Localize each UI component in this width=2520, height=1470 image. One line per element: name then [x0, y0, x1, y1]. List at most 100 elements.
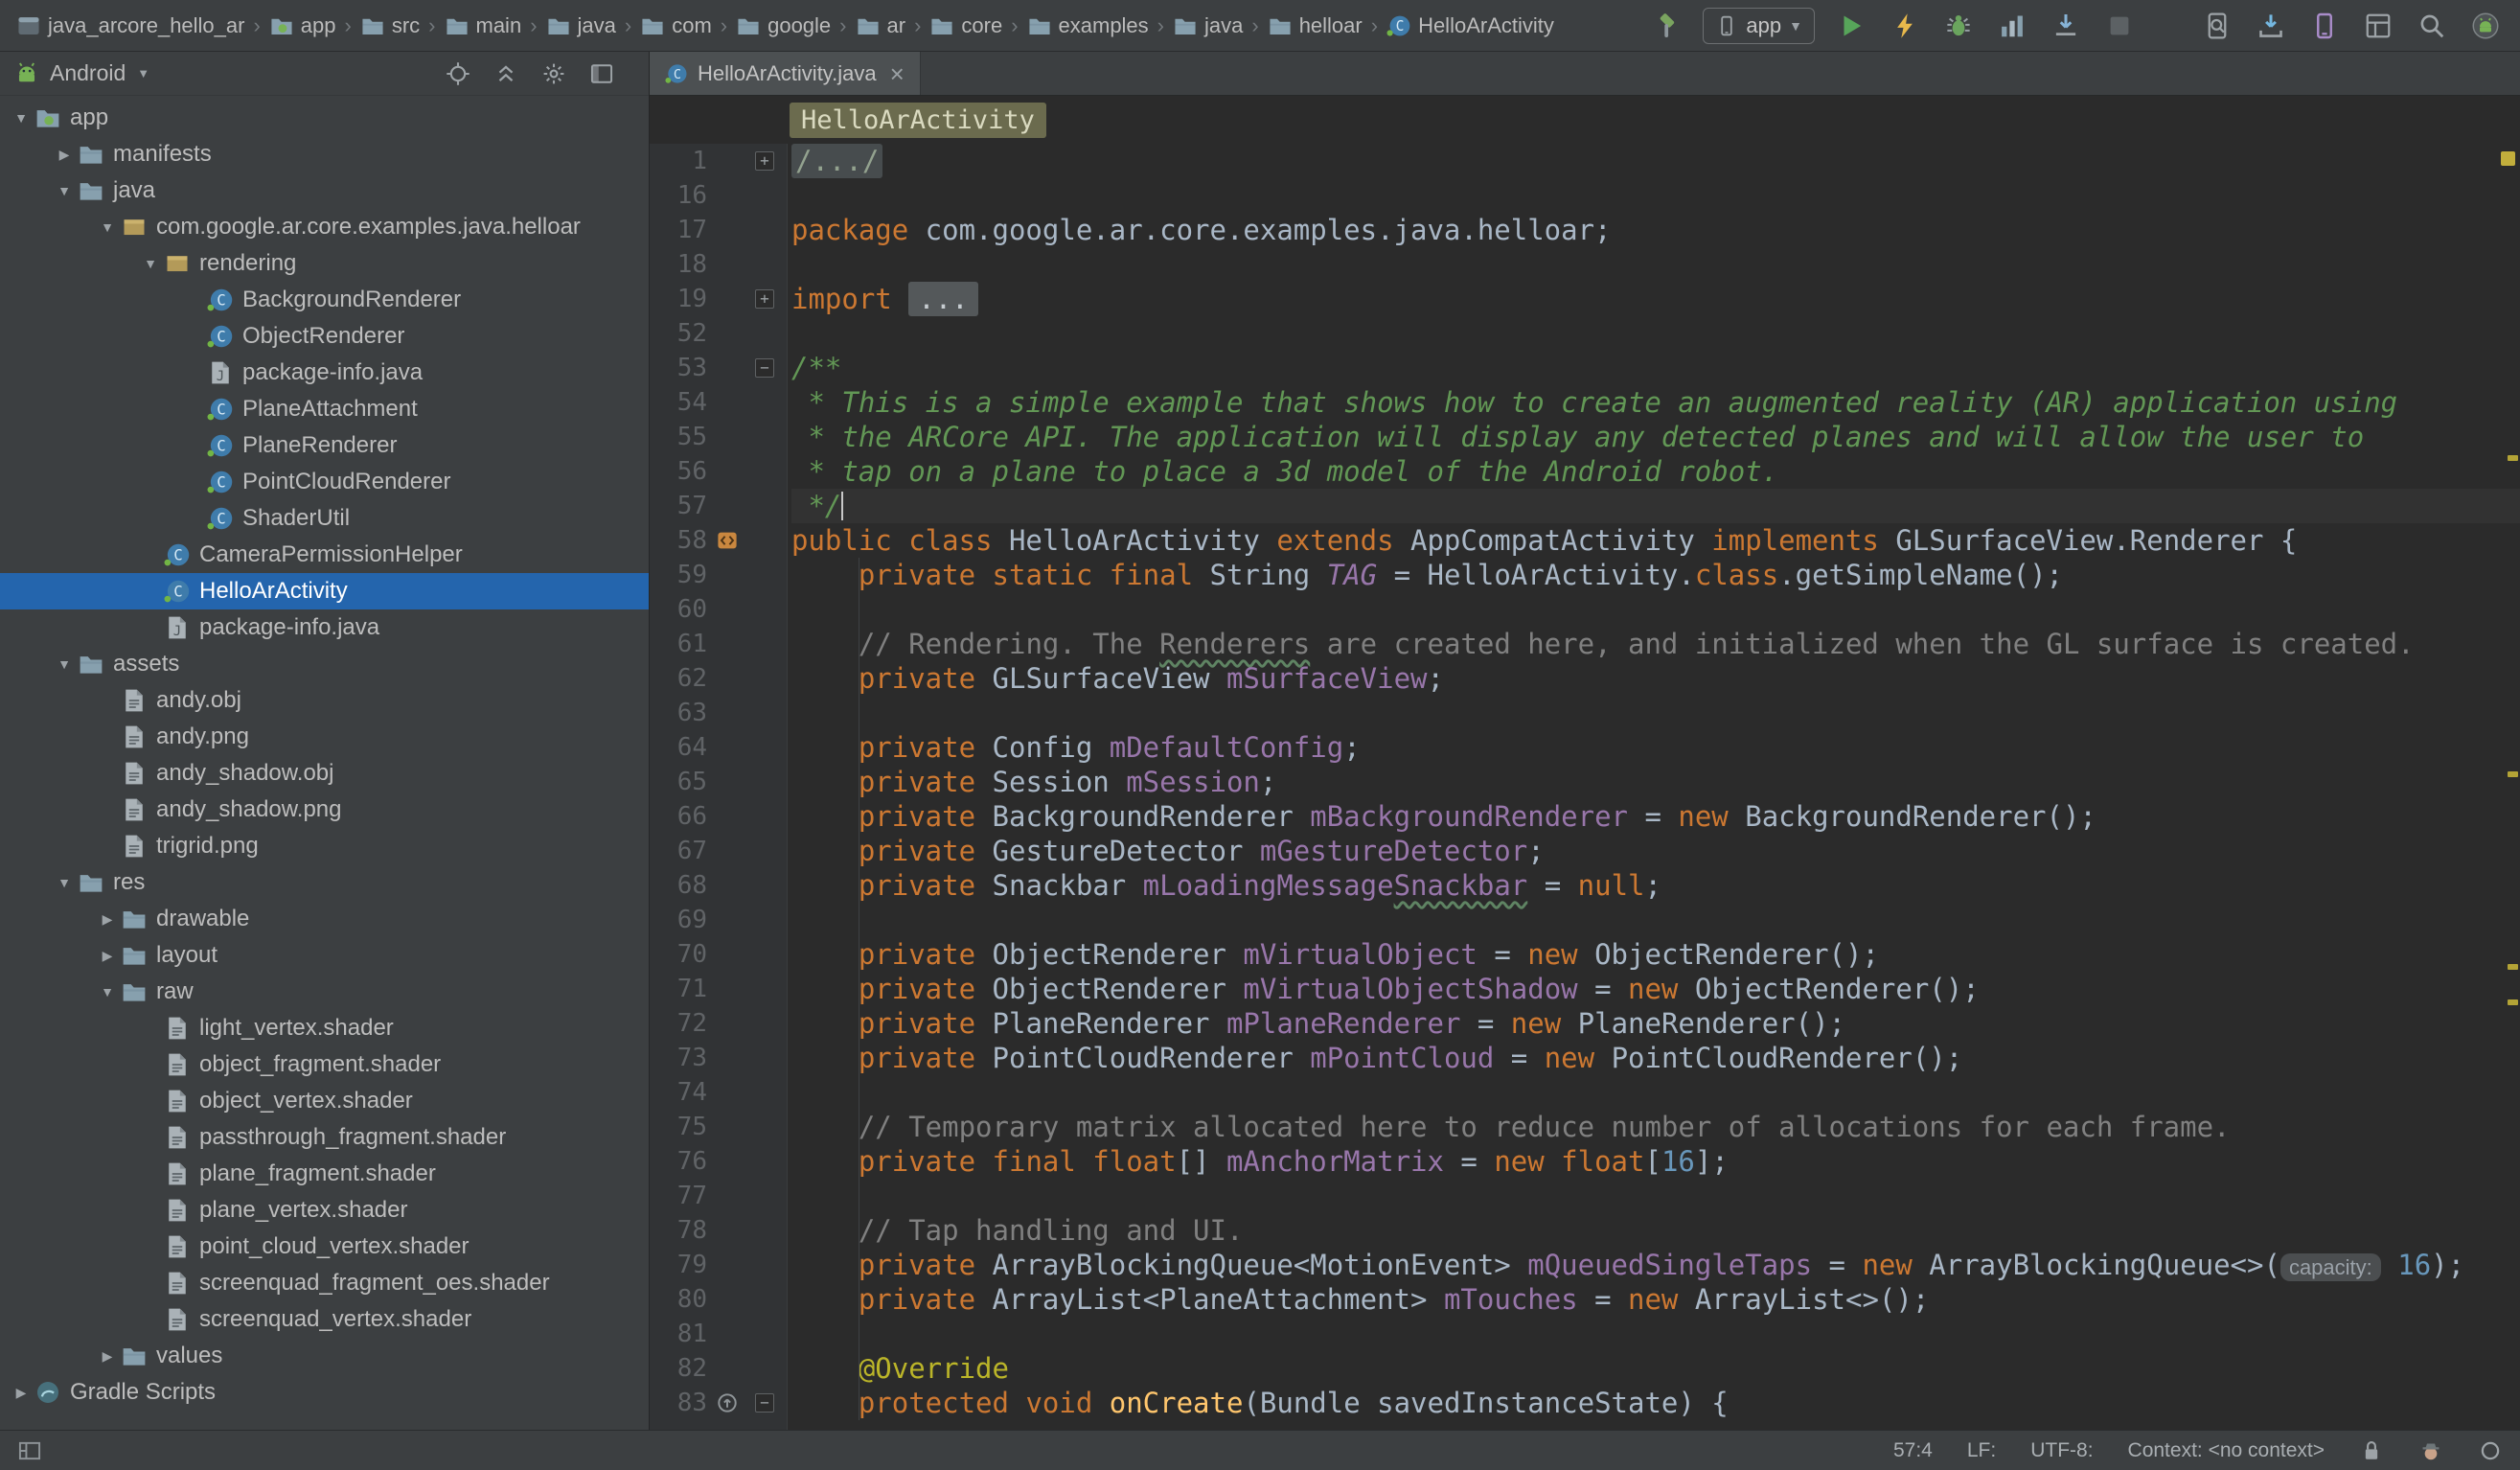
tree-item[interactable]: ▼com.google.ar.core.examples.java.helloa…	[0, 209, 649, 245]
gutter-line[interactable]: 16	[650, 178, 787, 213]
encoding-widget[interactable]: UTF-8:	[2030, 1439, 2093, 1462]
tree-item[interactable]: passthrough_fragment.shader	[0, 1119, 649, 1156]
code-line[interactable]: // Rendering. The Renderers are created …	[791, 627, 2520, 661]
code-line[interactable]	[791, 1179, 2520, 1213]
chevron-right-icon[interactable]: ▶	[96, 911, 119, 928]
gutter-line[interactable]: 77	[650, 1179, 787, 1213]
breadcrumb-item[interactable]: examples	[1024, 13, 1152, 38]
line-number[interactable]: 56	[657, 457, 707, 486]
gutter-line[interactable]: 19+	[650, 282, 787, 316]
line-number[interactable]: 64	[657, 733, 707, 762]
chevron-right-icon[interactable]: ▶	[53, 147, 76, 163]
code-line[interactable]: private GestureDetector mGestureDetector…	[791, 834, 2520, 868]
chevron-down-icon[interactable]: ▼	[53, 656, 76, 672]
build-hammer-button[interactable]	[1649, 9, 1684, 43]
tree-item[interactable]: CShaderUtil	[0, 500, 649, 537]
line-number[interactable]: 69	[657, 906, 707, 934]
warning-stripe-mark[interactable]	[2508, 455, 2518, 461]
breadcrumb-item[interactable]: com	[637, 13, 715, 38]
code-line[interactable]: private Config mDefaultConfig;	[791, 730, 2520, 765]
fold-plus-icon[interactable]: +	[755, 151, 774, 171]
tree-item[interactable]: screenquad_fragment_oes.shader	[0, 1265, 649, 1301]
line-number[interactable]: 54	[657, 388, 707, 417]
breadcrumb-item[interactable]: java	[1170, 13, 1246, 38]
line-separator-widget[interactable]: LF:	[1967, 1439, 1996, 1462]
line-number[interactable]: 18	[657, 250, 707, 279]
breadcrumb-item[interactable]: src	[357, 13, 423, 38]
tree-item[interactable]: ▶drawable	[0, 901, 649, 937]
background-tasks-icon[interactable]	[2478, 1438, 2503, 1463]
chevron-right-icon[interactable]: ▶	[96, 1348, 119, 1365]
inspections-profile-icon[interactable]	[2418, 1438, 2443, 1463]
line-number[interactable]: 52	[657, 319, 707, 348]
tree-item[interactable]: CCameraPermissionHelper	[0, 537, 649, 573]
tree-item[interactable]: Jpackage-info.java	[0, 609, 649, 646]
tree-item[interactable]: andy.png	[0, 719, 649, 755]
apply-changes-button[interactable]	[1888, 9, 1922, 43]
breadcrumb-item[interactable]: app	[266, 13, 339, 38]
line-number[interactable]: 76	[657, 1147, 707, 1176]
code-line[interactable]: // Temporary matrix allocated here to re…	[791, 1110, 2520, 1144]
line-number[interactable]: 78	[657, 1216, 707, 1245]
code-line[interactable]: /**	[791, 351, 2520, 385]
gutter-line[interactable]: 75	[650, 1110, 787, 1144]
fold-minus-icon[interactable]: −	[755, 358, 774, 378]
line-number[interactable]: 19	[657, 285, 707, 313]
code-line[interactable]: private BackgroundRenderer mBackgroundRe…	[791, 799, 2520, 834]
code-line[interactable]: protected void onCreate(Bundle savedInst…	[791, 1386, 2520, 1420]
line-number[interactable]: 77	[657, 1182, 707, 1210]
tree-item[interactable]: ▼assets	[0, 646, 649, 682]
code-line[interactable]: @Override	[791, 1351, 2520, 1386]
code-line[interactable]: private PlaneRenderer mPlaneRenderer = n…	[791, 1006, 2520, 1041]
code-line[interactable]	[791, 903, 2520, 937]
gutter-line[interactable]: 70	[650, 937, 787, 972]
line-number[interactable]: 75	[657, 1113, 707, 1141]
device-monitor-button[interactable]	[2200, 9, 2234, 43]
tree-item[interactable]: light_vertex.shader	[0, 1010, 649, 1046]
tree-item[interactable]: object_vertex.shader	[0, 1083, 649, 1119]
tree-item[interactable]: CPlaneRenderer	[0, 427, 649, 464]
line-number[interactable]: 16	[657, 181, 707, 210]
breadcrumb-item[interactable]: ar	[853, 13, 909, 38]
warning-stripe-mark[interactable]	[2508, 771, 2518, 777]
gutter[interactable]: 1+16171819+5253−545556575859606162636465…	[650, 144, 788, 1430]
line-number[interactable]: 71	[657, 975, 707, 1003]
class-marker-icon[interactable]	[716, 529, 739, 552]
toolwindow-switcher-icon[interactable]	[17, 1438, 42, 1463]
gutter-line[interactable]: 66	[650, 799, 787, 834]
tree-item[interactable]: andy_shadow.obj	[0, 755, 649, 792]
code-line[interactable]	[791, 178, 2520, 213]
tree-item[interactable]: ▼app	[0, 100, 649, 136]
line-number[interactable]: 57	[657, 492, 707, 520]
code-line[interactable]: private ArrayBlockingQueue<MotionEvent> …	[791, 1248, 2520, 1282]
tree-item[interactable]: ▶values	[0, 1338, 649, 1374]
breadcrumb-item[interactable]: java_arcore_hello_ar	[13, 13, 247, 38]
tree-item[interactable]: ▼res	[0, 864, 649, 901]
gutter-line[interactable]: 72	[650, 1006, 787, 1041]
search-button[interactable]	[2415, 9, 2449, 43]
run-button[interactable]	[1834, 9, 1868, 43]
code-line[interactable]	[791, 247, 2520, 282]
line-number[interactable]: 61	[657, 630, 707, 658]
tool-windows-button[interactable]	[2361, 9, 2395, 43]
chevron-down-icon[interactable]: ▼	[53, 183, 76, 198]
code-line[interactable]: package com.google.ar.core.examples.java…	[791, 213, 2520, 247]
chevron-right-icon[interactable]: ▶	[10, 1385, 33, 1401]
gutter-line[interactable]: 58	[650, 523, 787, 558]
line-number[interactable]: 63	[657, 699, 707, 727]
line-number[interactable]: 82	[657, 1354, 707, 1383]
tree-item[interactable]: andy_shadow.png	[0, 792, 649, 828]
line-number[interactable]: 1	[657, 147, 707, 175]
line-number[interactable]: 68	[657, 871, 707, 900]
code-line[interactable]	[791, 316, 2520, 351]
debug-button[interactable]	[1941, 9, 1976, 43]
gutter-line[interactable]: 81	[650, 1317, 787, 1351]
code-line[interactable]: // Tap handling and UI.	[791, 1213, 2520, 1248]
gutter-line[interactable]: 53−	[650, 351, 787, 385]
tree-item[interactable]: plane_vertex.shader	[0, 1192, 649, 1229]
code-line[interactable]: private Session mSession;	[791, 765, 2520, 799]
device-file-explorer-button[interactable]	[2307, 9, 2342, 43]
chevron-down-icon[interactable]: ▼	[10, 110, 33, 126]
code-line[interactable]	[791, 1075, 2520, 1110]
gutter-line[interactable]: 54	[650, 385, 787, 420]
